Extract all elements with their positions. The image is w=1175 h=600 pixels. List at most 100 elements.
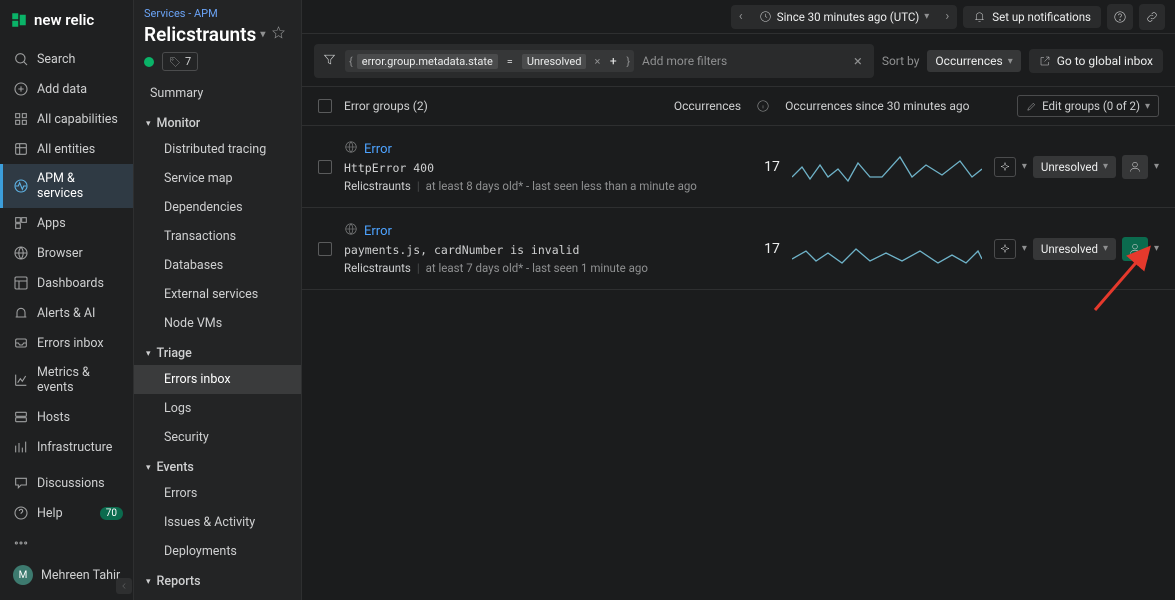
top-bar: ‹ Since 30 minutes ago (UTC) ▾ › Set up … <box>302 0 1175 34</box>
row-checkbox[interactable] <box>318 160 332 174</box>
ai-action-button[interactable] <box>994 239 1016 259</box>
snav-item-transactions[interactable]: Transactions <box>134 222 301 251</box>
nav-search[interactable]: Search <box>0 44 133 74</box>
nav-alerts[interactable]: Alerts & AI <box>0 298 133 328</box>
snav-item-databases[interactable]: Databases <box>134 251 301 280</box>
browser-icon <box>13 245 29 261</box>
snav-item-distributed-tracing[interactable]: Distributed tracing <box>134 135 301 164</box>
nav-badge: 70 <box>100 507 123 520</box>
ai-action-button[interactable] <box>994 157 1016 177</box>
nav-label: Infrastructure <box>37 440 112 455</box>
nav-apm[interactable]: APM & services <box>0 164 133 208</box>
chevron-down-icon[interactable]: ▾ <box>1154 161 1159 172</box>
chevron-down-icon[interactable]: ▾ <box>1022 243 1027 254</box>
nav-infra[interactable]: Infrastructure <box>0 432 133 462</box>
chevron-down-icon: ▾ <box>260 29 265 40</box>
discussions-icon <box>13 475 29 491</box>
nav-user[interactable]: MMehreen Tahir <box>0 558 133 592</box>
nav-add-data[interactable]: Add data <box>0 74 133 104</box>
logo-text: new relic <box>34 11 94 29</box>
error-message: payments.js, cardNumber is invalid <box>344 243 728 257</box>
time-next-button[interactable]: › <box>937 9 957 24</box>
all-capabilities-icon <box>13 111 29 127</box>
snav-item-deployments[interactable]: Deployments <box>134 537 301 566</box>
nav-apps[interactable]: Apps <box>0 208 133 238</box>
logo[interactable]: new relic <box>0 0 133 40</box>
snav-item-service-map[interactable]: Service map <box>134 164 301 193</box>
nav-help[interactable]: Help70 <box>0 498 133 528</box>
snav-item-node-vms[interactable]: Node VMs <box>134 309 301 338</box>
star-icon[interactable] <box>271 25 286 44</box>
nav-label: Dashboards <box>37 276 104 291</box>
snav-group-reports[interactable]: ▾Reports <box>134 566 301 593</box>
nav-dashboards[interactable]: Dashboards <box>0 268 133 298</box>
time-picker[interactable]: ‹ Since 30 minutes ago (UTC) ▾ › <box>731 5 958 29</box>
nav-more[interactable] <box>0 528 133 558</box>
snav-item-logs[interactable]: Logs <box>134 394 301 423</box>
share-link-button[interactable] <box>1139 4 1165 30</box>
occurrences-info-icon[interactable] <box>753 99 773 113</box>
nav-label: All entities <box>37 142 95 157</box>
error-meta: Relicstraunts|at least 7 days old* - las… <box>344 261 728 275</box>
nav-discussions[interactable]: Discussions <box>0 468 133 498</box>
snav-group-monitor[interactable]: ▾Monitor <box>134 108 301 135</box>
primary-nav-bottom: DiscussionsHelp70 MMehreen Tahir <box>0 468 133 600</box>
select-all-checkbox[interactable] <box>318 99 332 113</box>
snav-item-errors-inbox[interactable]: Errors inbox <box>134 365 301 394</box>
chevron-down-icon[interactable]: ▾ <box>1022 161 1027 172</box>
globe-icon <box>344 222 358 240</box>
error-type-link[interactable]: Error <box>364 142 392 157</box>
remove-filter-button[interactable]: × <box>594 55 600 68</box>
nav-label: Apps <box>37 216 66 231</box>
error-row: ErrorHttpError 400Relicstraunts|at least… <box>302 126 1175 208</box>
add-condition-button[interactable]: + <box>604 52 622 70</box>
col-occurrences[interactable]: Occurrences <box>651 99 741 113</box>
sparkline <box>792 229 982 269</box>
time-prev-button[interactable]: ‹ <box>731 9 751 24</box>
nav-hosts[interactable]: Hosts <box>0 402 133 432</box>
nav-metrics[interactable]: Metrics & events <box>0 358 133 402</box>
collapse-nav-button[interactable] <box>116 578 132 594</box>
filter-expression[interactable]: { error.group.metadata.state = Unresolve… <box>345 50 634 72</box>
state-select[interactable]: Unresolved▾ <box>1033 238 1116 260</box>
assign-button[interactable] <box>1122 237 1148 261</box>
nav-browser[interactable]: Browser <box>0 238 133 268</box>
chevron-down-icon: ▾ <box>146 463 151 473</box>
tags-chip[interactable]: 7 <box>162 52 198 71</box>
error-type-link[interactable]: Error <box>364 224 392 239</box>
snav-item-sla[interactable]: SLA <box>134 593 301 600</box>
error-meta: Relicstraunts|at least 8 days old* - las… <box>344 179 728 193</box>
filter-input[interactable]: { error.group.metadata.state = Unresolve… <box>314 44 874 78</box>
nav-all-entities[interactable]: All entities <box>0 134 133 164</box>
nav-errors[interactable]: Errors inbox <box>0 328 133 358</box>
snav-item-issues-activity[interactable]: Issues & Activity <box>134 508 301 537</box>
edit-groups-button[interactable]: Edit groups (0 of 2) ▾ <box>1017 95 1159 117</box>
assign-button[interactable] <box>1122 155 1148 179</box>
notifications-button[interactable]: Set up notifications <box>963 6 1101 28</box>
sort-by-select[interactable]: Occurrences ▾ <box>927 50 1020 72</box>
snav-group-events[interactable]: ▾Events <box>134 452 301 479</box>
snav-item-security[interactable]: Security <box>134 423 301 452</box>
nav-all-capabilities[interactable]: All capabilities <box>0 104 133 134</box>
filter-placeholder: Add more filters <box>642 54 727 68</box>
all-entities-icon <box>13 141 29 157</box>
snav-summary[interactable]: Summary <box>134 79 301 108</box>
snav-item-external-services[interactable]: External services <box>134 280 301 309</box>
filter-tail: Sort by Occurrences ▾ Go to global inbox <box>882 49 1163 73</box>
state-select[interactable]: Unresolved▾ <box>1033 156 1116 178</box>
clear-filters-button[interactable]: × <box>850 52 866 70</box>
help-button[interactable] <box>1107 4 1133 30</box>
snav-item-dependencies[interactable]: Dependencies <box>134 193 301 222</box>
time-range-label: Since 30 minutes ago (UTC) <box>777 10 920 24</box>
table-header: Error groups (2) Occurrences Occurrences… <box>302 86 1175 126</box>
health-status-dot <box>144 57 154 67</box>
snav-group-triage[interactable]: ▾Triage <box>134 338 301 365</box>
entity-title[interactable]: Relicstraunts ▾ <box>144 23 265 46</box>
breadcrumb[interactable]: Services - APM <box>144 7 218 20</box>
global-inbox-button[interactable]: Go to global inbox <box>1029 49 1163 73</box>
filter-icon <box>322 52 337 71</box>
row-checkbox[interactable] <box>318 242 332 256</box>
chevron-down-icon[interactable]: ▾ <box>1154 243 1159 254</box>
snav-item-errors[interactable]: Errors <box>134 479 301 508</box>
nav-label: Add data <box>37 82 87 97</box>
